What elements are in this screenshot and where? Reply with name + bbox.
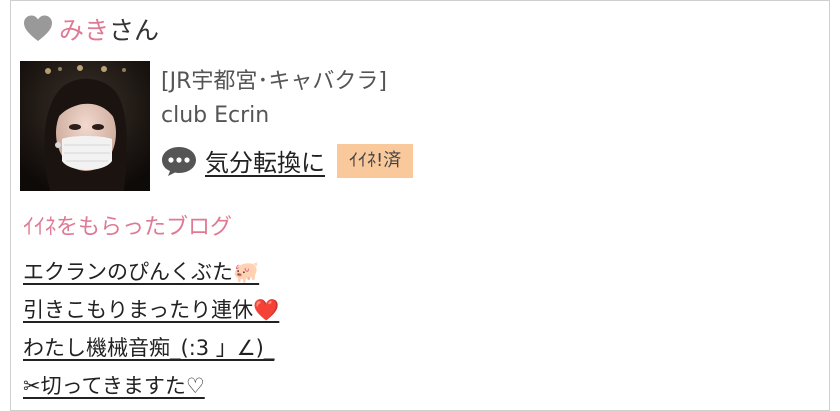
profile-info: [JR宇都宮･キャバクラ] club Ecrin 気分転換に ｲｲﾈ!済: [161, 65, 414, 178]
blog-list-item: エクランのぴんくぶた🐖: [23, 253, 279, 291]
profile-photo-image: [20, 61, 150, 191]
action-row: 気分転換に ｲｲﾈ!済: [161, 143, 414, 178]
blog-link-1[interactable]: エクランのぴんくぶた🐖: [23, 260, 259, 284]
message-link[interactable]: 気分転換に: [205, 143, 325, 178]
blog-link-2[interactable]: 引きこもりまったり連休❤️: [23, 298, 279, 322]
blog-list: エクランのぴんくぶた🐖 引きこもりまったり連休❤️ わたし機械音痴_(:3 」∠…: [23, 253, 279, 405]
profile-card: みき さん [JR宇都宮･キャバクラ] club Ecrin 気分転換に ｲｲﾈ…: [10, 0, 830, 411]
user-name[interactable]: みき: [59, 11, 109, 47]
liked-badge[interactable]: ｲｲﾈ!済: [337, 143, 414, 178]
blog-link-3[interactable]: わたし機械音痴_(:3 」∠)_: [23, 336, 274, 360]
category-label: [JR宇都宮･キャバクラ]: [161, 69, 387, 94]
honorific: さん: [109, 16, 160, 45]
club-name[interactable]: club Ecrin: [161, 99, 413, 133]
heart-icon[interactable]: [23, 14, 53, 44]
blog-list-item: ✂︎切ってきますた♡: [23, 367, 279, 405]
liked-blogs-heading: ｲｲﾈをもらったブログ: [23, 215, 233, 240]
blog-link-4[interactable]: ✂︎切ってきますた♡: [23, 374, 205, 398]
profile-header: みき さん: [23, 9, 159, 49]
blog-list-item: 引きこもりまったり連休❤️: [23, 291, 279, 329]
profile-photo[interactable]: [20, 61, 150, 191]
blog-list-item: わたし機械音痴_(:3 」∠)_: [23, 329, 279, 367]
speech-bubble-icon: [162, 146, 196, 176]
